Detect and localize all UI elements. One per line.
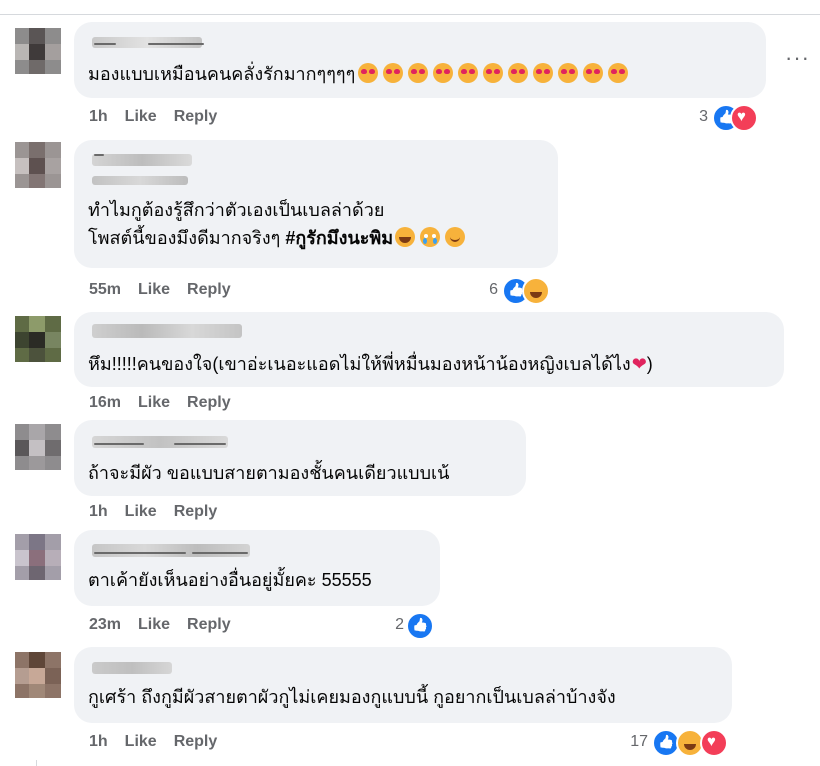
love-reaction-icon [700, 729, 728, 757]
reply-link[interactable]: Reply [174, 503, 218, 521]
like-link[interactable]: Like [125, 503, 157, 521]
comment-text-content: ถ้าจะมีผัว ขอแบบสายตามองชั้นคนเดียวแบบเน… [88, 463, 450, 483]
avatar[interactable] [15, 534, 61, 580]
smiling-face-with-hearts-icon [508, 63, 529, 83]
reply-link[interactable]: Reply [187, 394, 231, 412]
comment-bubble: ตาเค้ายังเห็นอย่างอื่นอยู่มั้ยคะ 55555 [74, 530, 440, 606]
timestamp[interactable]: 23m [89, 616, 121, 634]
like-link[interactable]: Like [138, 616, 170, 634]
reaction-summary[interactable]: 17 [626, 729, 728, 757]
comment-actions: 55m Like Reply [89, 281, 248, 299]
avatar[interactable] [15, 142, 61, 188]
reaction-count: 6 [489, 281, 498, 298]
comment-text-content: โพสต์นี้ของมึงดีมากจริงๆ [88, 228, 281, 248]
top-divider [0, 14, 820, 15]
timestamp[interactable]: 1h [89, 503, 108, 521]
reaction-summary[interactable]: 2 [392, 612, 442, 640]
comment-text-end: ) [646, 354, 653, 374]
rolling-laughing-icon [395, 227, 416, 247]
timestamp[interactable]: 1h [89, 108, 108, 126]
timestamp[interactable]: 16m [89, 394, 121, 412]
like-link[interactable]: Like [125, 733, 157, 751]
reply-link[interactable]: Reply [187, 616, 231, 634]
comment-text-content: หึม!!!!!คนของใจ(เขาอ่ะเนอะแอดไม่ให้พี่หม… [88, 354, 631, 374]
smiling-face-with-hearts-icon [433, 63, 454, 83]
comment-text-content: กูเศร้า ถึงกูมีผัวสายตาผัวกูไม่เคยมองกูแ… [88, 687, 616, 707]
comment-bubble: ทำไมกูต้องรู้สึกว่าตัวเองเป็นเบลล่าด้วย … [74, 140, 558, 268]
hashtag-link[interactable]: #กูรักมึงนะพิม [285, 228, 393, 248]
smiling-face-with-hearts-icon [608, 63, 629, 83]
comment-bubble: หึม!!!!!คนของใจ(เขาอ่ะเนอะแอดไม่ให้พี่หม… [74, 312, 784, 387]
avatar[interactable] [15, 316, 61, 362]
smiling-face-with-hearts-icon [558, 63, 579, 83]
timestamp[interactable]: 55m [89, 281, 121, 299]
comment-bubble: มองแบบเหมือนคนคลั่งรักมากๆๆๆๆ [74, 22, 766, 98]
teary-eyes-icon [420, 227, 441, 247]
reaction-count: 17 [630, 733, 648, 750]
comment-text: ถ้าจะมีผัว ขอแบบสายตามองชั้นคนเดียวแบบเน… [88, 461, 450, 486]
comment-text-content: มองแบบเหมือนคนคลั่งรักมากๆๆๆๆ [88, 64, 356, 84]
comment-text: มองแบบเหมือนคนคลั่งรักมากๆๆๆๆ [88, 62, 633, 87]
comment-text-line: โพสต์นี้ของมึงดีมากจริงๆ #กูรักมึงนะพิม [88, 226, 470, 251]
red-heart-icon: ❤ [631, 354, 647, 374]
comment-bubble: กูเศร้า ถึงกูมีผัวสายตาผัวกูไม่เคยมองกูแ… [74, 647, 732, 723]
comment-actions: 23m Like Reply [89, 616, 248, 634]
thread-line [36, 760, 37, 766]
comment-actions: 1h Like Reply [89, 503, 234, 521]
comment-actions: 16m Like Reply [89, 394, 248, 412]
like-link[interactable]: Like [138, 281, 170, 299]
comment-actions: 1h Like Reply [89, 733, 234, 751]
comment-text: ตาเค้ายังเห็นอย่างอื่นอยู่มั้ยคะ 55555 [88, 568, 372, 593]
love-reaction-icon [730, 104, 758, 132]
comment-text-content: ทำไมกูต้องรู้สึกว่าตัวเองเป็นเบลล่าด้วย [88, 200, 385, 220]
comment-text-content: ตาเค้ายังเห็นอย่างอื่นอยู่มั้ยคะ 55555 [88, 570, 372, 590]
comment-text: กูเศร้า ถึงกูมีผัวสายตาผัวกูไม่เคยมองกูแ… [88, 685, 616, 710]
avatar[interactable] [15, 652, 61, 698]
timestamp[interactable]: 1h [89, 733, 108, 751]
smiling-face-with-hearts-icon [458, 63, 479, 83]
grinning-icon [445, 227, 466, 247]
reply-link[interactable]: Reply [174, 733, 218, 751]
reaction-summary[interactable]: 6 [484, 277, 558, 305]
comment-text-line: ทำไมกูต้องรู้สึกว่าตัวเองเป็นเบลล่าด้วย [88, 198, 384, 223]
avatar[interactable] [15, 28, 61, 74]
avatar[interactable] [15, 424, 61, 470]
comment-bubble: ถ้าจะมีผัว ขอแบบสายตามองชั้นคนเดียวแบบเน… [74, 420, 526, 496]
smiling-face-with-hearts-icon [383, 63, 404, 83]
reaction-summary[interactable]: 3 [690, 104, 764, 132]
smiling-face-with-hearts-icon [483, 63, 504, 83]
like-link[interactable]: Like [138, 394, 170, 412]
reply-link[interactable]: Reply [174, 108, 218, 126]
reply-link[interactable]: Reply [187, 281, 231, 299]
like-link[interactable]: Like [125, 108, 157, 126]
smiling-face-with-hearts-icon [408, 63, 429, 83]
more-horizontal-icon[interactable]: ··· [785, 47, 810, 69]
smiling-face-with-hearts-icon [358, 63, 379, 83]
haha-reaction-icon [522, 277, 550, 305]
smiling-face-with-hearts-icon [533, 63, 554, 83]
like-reaction-icon [406, 612, 434, 640]
comment-actions: 1h Like Reply [89, 108, 234, 126]
smiling-face-with-hearts-icon [583, 63, 604, 83]
reaction-count: 2 [395, 616, 404, 633]
reaction-count: 3 [699, 108, 708, 125]
comment-text: หึม!!!!!คนของใจ(เขาอ่ะเนอะแอดไม่ให้พี่หม… [88, 352, 653, 377]
